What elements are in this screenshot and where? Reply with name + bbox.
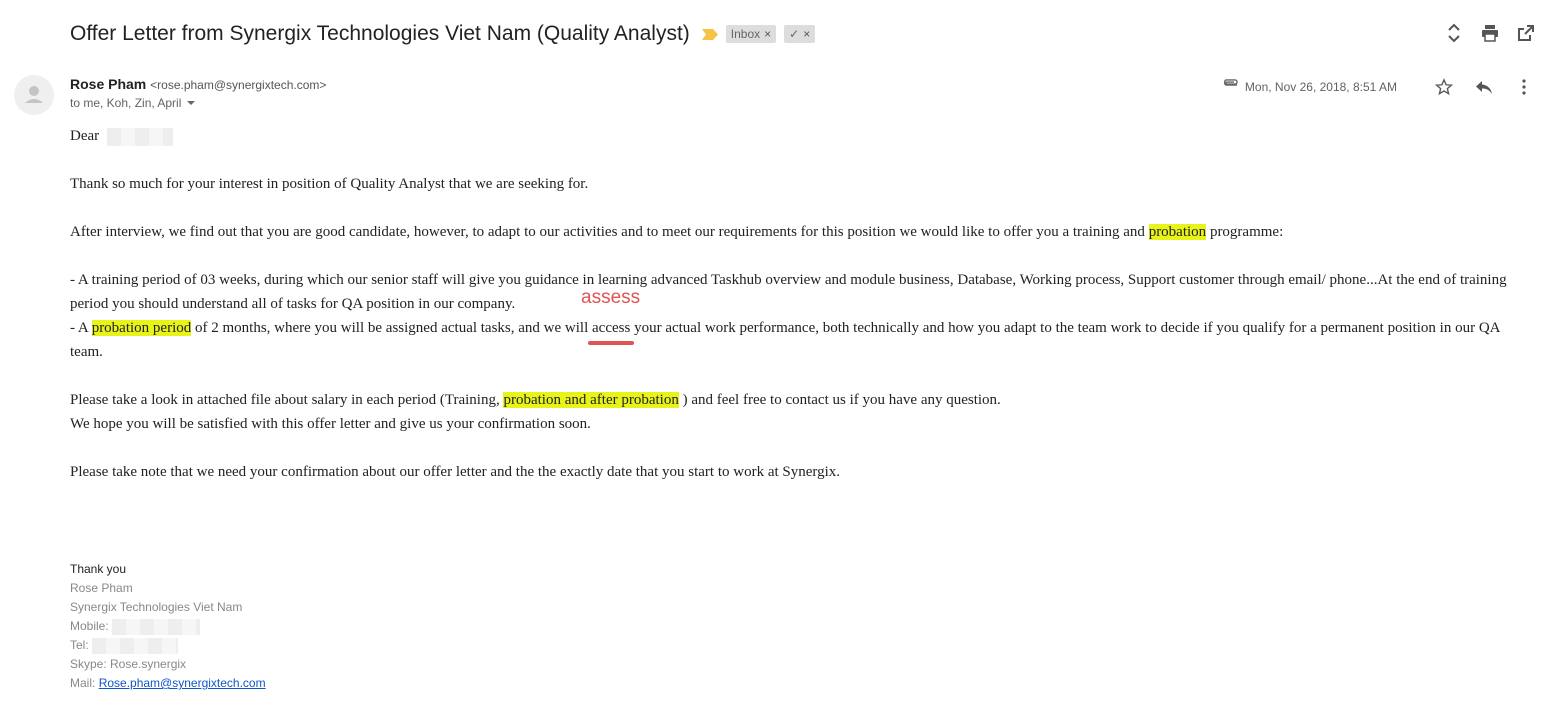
star-icon[interactable] xyxy=(1433,76,1455,98)
sender-line: Rose Pham <rose.pham@synergixtech.com> xyxy=(70,76,326,92)
message-meta: Mon, Nov 26, 2018, 8:51 AM xyxy=(1221,76,1535,98)
label-chip-text: Inbox xyxy=(730,26,761,41)
thread-toolbar xyxy=(1445,22,1535,44)
text-segment: - A xyxy=(70,320,92,336)
correction-annotation: assess xyxy=(581,287,641,308)
attachment-icon xyxy=(1221,78,1239,96)
reply-icon[interactable] xyxy=(1473,76,1495,98)
chevron-down-icon xyxy=(187,101,196,105)
email-body: Dear Thank so much for your interest in … xyxy=(70,124,1532,484)
signature-tel: Tel: xyxy=(70,636,266,655)
label-chip-inbox: Inbox × xyxy=(725,25,777,43)
text-segment: of 2 months, where you will be assigned … xyxy=(191,320,593,336)
email-signature: Thank you Rose Pham Synergix Technologie… xyxy=(70,560,266,693)
sender-name[interactable]: Rose Pham xyxy=(70,76,146,92)
highlight-probation: probation xyxy=(1148,224,1207,240)
bullet-training-period: - A training period of 03 weeks, during … xyxy=(70,272,1507,312)
signature-company: Synergix Technologies Viet Nam xyxy=(70,600,243,614)
text-segment: ) and feel free to contact us if you hav… xyxy=(678,392,1001,408)
greeting-line: Dear xyxy=(70,124,1532,148)
paragraph-thanks: Thank so much for your interest in posit… xyxy=(70,176,589,192)
redacted-mobile xyxy=(112,618,201,635)
paragraph-hope: We hope you will be satisfied with this … xyxy=(70,416,591,432)
misspelled-word: assess access xyxy=(581,287,640,345)
signature-skype: Skype: Rose.synergix xyxy=(70,657,187,671)
sender-avatar[interactable] xyxy=(14,75,54,115)
mail-label: Mail: xyxy=(70,676,96,690)
recipients-text: to me, Koh, Zin, April xyxy=(70,96,182,110)
subject-row: Offer Letter from Synergix Technologies … xyxy=(70,18,816,50)
importance-marker-icon[interactable] xyxy=(701,28,718,40)
text-segment: After interview, we find out that you ar… xyxy=(70,224,1149,240)
expand-collapse-icon[interactable] xyxy=(1445,22,1463,44)
email-view: Offer Letter from Synergix Technologies … xyxy=(0,0,1547,708)
paragraph-offer: After interview, we find out that you ar… xyxy=(70,220,1532,244)
highlight-probation-period: probation period xyxy=(91,320,192,336)
signature-mobile: Mobile: xyxy=(70,617,266,636)
tel-label: Tel: xyxy=(70,638,89,652)
more-options-icon[interactable] xyxy=(1513,76,1535,98)
signature-thanks: Thank you xyxy=(70,562,127,576)
message-date: Mon, Nov 26, 2018, 8:51 AM xyxy=(1244,80,1397,94)
recipients-details-toggle[interactable]: to me, Koh, Zin, April xyxy=(70,96,326,110)
label-chip-text: ✓ xyxy=(789,26,800,41)
redacted-tel xyxy=(92,637,179,654)
signature-mail: Mail: Rose.pham@synergixtech.com xyxy=(70,674,266,693)
mail-link[interactable]: Rose.pham@synergixtech.com xyxy=(99,676,266,690)
sender-email: <rose.pham@synergixtech.com> xyxy=(150,78,327,92)
text-segment: Please take a look in attached file abou… xyxy=(70,392,504,408)
word-access: access xyxy=(592,320,631,336)
paragraph-confirmation: Please take note that we need your confi… xyxy=(70,464,841,480)
label-chip-check: ✓ × xyxy=(784,25,816,43)
bullet-probation-period: - A probation period of 2 months, where … xyxy=(70,287,1532,364)
open-in-new-window-icon[interactable] xyxy=(1517,22,1535,44)
highlight-probation-after: probation and after probation xyxy=(503,392,679,408)
remove-label-button[interactable]: × xyxy=(803,27,810,41)
redacted-recipient-name xyxy=(106,127,173,146)
sender-block: Rose Pham <rose.pham@synergixtech.com> t… xyxy=(70,76,326,110)
paragraph-salary: Please take a look in attached file abou… xyxy=(70,388,1532,412)
remove-label-button[interactable]: × xyxy=(764,27,771,41)
signature-name: Rose Pham xyxy=(70,581,133,595)
text-segment: programme: xyxy=(1206,224,1284,240)
print-icon[interactable] xyxy=(1481,22,1499,44)
error-underline xyxy=(588,341,635,345)
email-subject: Offer Letter from Synergix Technologies … xyxy=(70,22,690,45)
greeting: Dear xyxy=(70,128,100,144)
mobile-label: Mobile: xyxy=(70,619,109,633)
